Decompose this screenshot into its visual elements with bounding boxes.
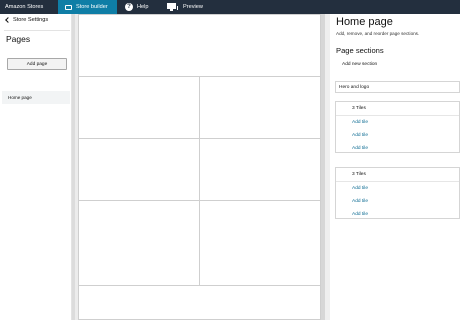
section-label: 3 Tiles <box>352 106 366 111</box>
add-new-section-button[interactable]: Add new section <box>342 62 377 67</box>
section-3-tiles[interactable]: 3 Tiles Add tile Add tile Add tile <box>335 167 460 219</box>
page-item-home[interactable]: Home page <box>2 91 70 104</box>
brand-label: Amazon Stores <box>5 4 44 10</box>
add-tile-link[interactable]: Add tile <box>352 186 368 191</box>
section-label: Hero and logo <box>339 84 370 90</box>
hero-tile[interactable] <box>78 14 321 77</box>
tab-help-label: Help <box>137 4 149 10</box>
section-hero-and-logo[interactable]: Hero and logo <box>335 81 460 93</box>
tab-help[interactable]: ? Help <box>117 0 161 14</box>
pages-panel: Store Settings Pages Add page Home page <box>0 14 72 320</box>
tile[interactable] <box>78 76 200 139</box>
add-tile-link[interactable]: Add tile <box>352 120 368 125</box>
add-tile-link[interactable]: Add tile <box>352 199 368 204</box>
help-icon: ? <box>125 3 133 11</box>
section-label: 3 Tiles <box>352 172 366 177</box>
top-nav-bar: Amazon Stores Store builder ? Help Previ… <box>0 0 460 14</box>
tile[interactable] <box>199 200 321 286</box>
tab-preview-label: Preview <box>183 4 203 10</box>
section-3-tiles[interactable]: 3 Tiles Add tile Add tile Add tile <box>335 101 460 153</box>
add-page-button[interactable]: Add page <box>7 58 67 70</box>
chevron-left-icon <box>5 17 11 23</box>
store-icon <box>65 4 72 10</box>
page-subtitle: Add, remove, and reorder page sections. <box>336 31 420 36</box>
page-sections-title: Page sections <box>336 46 384 55</box>
tile[interactable] <box>199 76 321 139</box>
divider <box>336 181 459 182</box>
pages-title: Pages <box>6 34 31 44</box>
add-tile-link[interactable]: Add tile <box>352 133 368 138</box>
tile[interactable] <box>78 200 200 286</box>
page-title: Home page <box>336 16 393 28</box>
back-to-store-settings-link[interactable]: Store Settings <box>5 17 49 23</box>
tile[interactable] <box>199 138 321 201</box>
tile[interactable] <box>78 138 200 201</box>
tab-store-builder[interactable]: Store builder <box>58 0 117 14</box>
tab-preview[interactable]: Preview <box>161 0 211 14</box>
add-tile-link[interactable]: Add tile <box>352 146 368 151</box>
divider <box>4 30 70 31</box>
page-preview-canvas <box>78 14 321 320</box>
page-sections-panel: Home page Add, remove, and reorder page … <box>330 14 460 320</box>
preview-icon <box>167 3 179 11</box>
divider <box>336 115 459 116</box>
tab-store-builder-label: Store builder <box>76 4 108 10</box>
tile[interactable] <box>78 285 321 320</box>
back-label: Store Settings <box>13 17 49 23</box>
add-tile-link[interactable]: Add tile <box>352 212 368 217</box>
